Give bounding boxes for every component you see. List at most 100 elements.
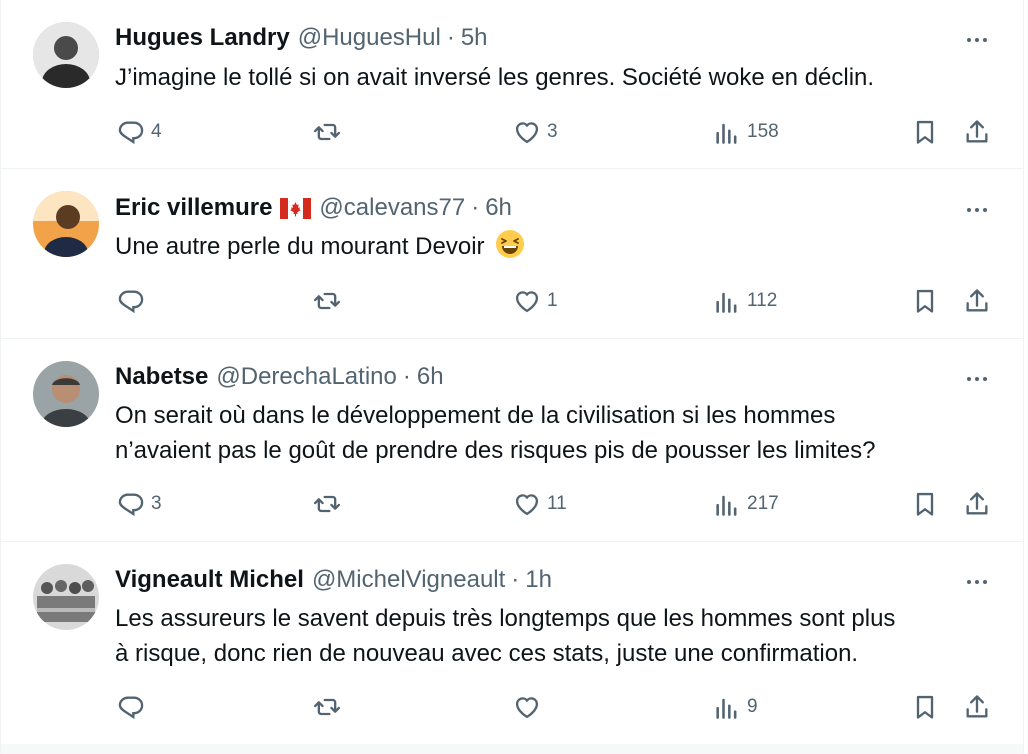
display-name[interactable]: Hugues Landry <box>115 24 290 52</box>
avatar[interactable] <box>33 191 99 257</box>
tweet-header: Eric villemure @calevans77 · 6h <box>115 193 512 223</box>
retweet-button[interactable] <box>313 692 347 722</box>
avatar[interactable] <box>33 22 99 88</box>
views-count: 217 <box>747 493 779 514</box>
avatar[interactable] <box>33 361 99 427</box>
action-bar: 4 3 158 <box>1 117 1023 147</box>
like-icon <box>515 122 539 144</box>
share-button[interactable] <box>963 489 991 519</box>
like-button[interactable] <box>513 692 547 722</box>
tweet-text: J’imagine le tollé si on avait inversé l… <box>115 64 875 91</box>
bookmark-icon <box>916 492 934 516</box>
timestamp[interactable]: 6h <box>485 194 512 222</box>
tweet-text: Une autre perle du mourant Devoir <box>115 229 995 264</box>
bookmark-icon <box>916 289 934 313</box>
bookmark-button[interactable] <box>911 692 939 722</box>
timestamp[interactable]: 1h <box>525 566 552 594</box>
like-button[interactable]: 11 <box>513 489 567 519</box>
separator-dot: · <box>511 566 520 593</box>
canada-flag-icon <box>280 197 312 219</box>
tweet-text-content: Une autre perle du mourant Devoir <box>115 233 485 260</box>
reply-icon <box>118 290 144 314</box>
user-handle[interactable]: @calevans77 <box>319 194 465 222</box>
timeline-bottom-gap <box>1 744 1023 754</box>
user-handle[interactable]: @MichelVigneault <box>312 566 505 594</box>
bookmark-icon <box>916 695 934 719</box>
reply-count: 3 <box>151 493 162 514</box>
bookmark-button[interactable] <box>911 117 939 147</box>
views-button[interactable]: 217 <box>713 489 779 519</box>
like-count: 1 <box>547 290 558 311</box>
tweet-text-line: Les assureurs le savent depuis très long… <box>115 605 896 632</box>
tweet-text: Les assureurs le savent depuis très long… <box>115 601 995 671</box>
like-button[interactable]: 3 <box>513 117 558 147</box>
bookmark-icon <box>916 120 934 144</box>
tweet-text-line: n’avaient pas le goût de prendre des ris… <box>115 437 876 464</box>
bookmark-button[interactable] <box>911 286 939 316</box>
like-count: 11 <box>547 493 567 514</box>
reply-icon <box>118 696 144 720</box>
views-button[interactable]: 158 <box>713 117 779 147</box>
reply-button[interactable]: 3 <box>117 489 162 519</box>
reply-count: 4 <box>151 121 162 142</box>
tweet-header: Nabetse @DerechaLatino · 6h <box>115 362 444 392</box>
like-icon <box>515 494 539 516</box>
views-icon <box>716 495 737 516</box>
timestamp[interactable]: 5h <box>461 24 488 52</box>
reply-tweet[interactable]: Vigneault Michel @MichelVigneault · 1h L… <box>1 542 1023 745</box>
views-count: 158 <box>747 121 779 142</box>
user-handle[interactable]: @DerechaLatino <box>216 363 396 391</box>
reply-icon <box>118 493 144 517</box>
separator-dot: · <box>471 194 480 221</box>
views-icon <box>716 292 737 313</box>
share-button[interactable] <box>963 117 991 147</box>
views-icon <box>716 123 737 144</box>
tweet-text-line: On serait où dans le développement de la… <box>115 402 836 429</box>
share-icon <box>966 120 988 143</box>
share-button[interactable] <box>963 692 991 722</box>
reply-icon <box>118 121 144 145</box>
more-icon[interactable] <box>961 198 993 222</box>
retweet-icon <box>313 698 341 716</box>
share-icon <box>966 492 988 515</box>
reply-button[interactable] <box>117 286 151 316</box>
reply-tweet[interactable]: Eric villemure @calevans77 · 6h Une autr… <box>1 169 1023 339</box>
share-button[interactable] <box>963 286 991 316</box>
retweet-button[interactable] <box>313 117 347 147</box>
retweet-icon <box>313 292 341 310</box>
like-icon <box>515 697 539 719</box>
user-handle[interactable]: @HuguesHul <box>298 24 441 52</box>
separator-dot: · <box>402 363 411 390</box>
retweet-icon <box>313 495 341 513</box>
display-name[interactable]: Nabetse <box>115 363 208 391</box>
reply-tweet[interactable]: Nabetse @DerechaLatino · 6h On serait où… <box>1 339 1023 542</box>
timestamp[interactable]: 6h <box>417 363 444 391</box>
replies-timeline: Hugues Landry @HuguesHul · 5h J’imagine … <box>0 0 1024 754</box>
views-icon <box>716 698 737 719</box>
reply-button[interactable]: 4 <box>117 117 162 147</box>
retweet-button[interactable] <box>313 489 347 519</box>
like-button[interactable]: 1 <box>513 286 558 316</box>
views-count: 9 <box>747 696 758 717</box>
retweet-button[interactable] <box>313 286 347 316</box>
views-button[interactable]: 9 <box>713 692 758 722</box>
more-icon[interactable] <box>961 367 993 391</box>
views-count: 112 <box>747 290 778 311</box>
action-bar: 1 112 <box>1 286 1023 316</box>
tweet-header: Hugues Landry @HuguesHul · 5h <box>115 23 488 53</box>
tweet-header: Vigneault Michel @MichelVigneault · 1h <box>115 565 552 595</box>
like-count: 3 <box>547 121 558 142</box>
views-button[interactable]: 112 <box>713 286 777 316</box>
reply-button[interactable] <box>117 692 151 722</box>
display-name[interactable]: Eric villemure <box>115 194 272 222</box>
share-icon <box>966 289 988 312</box>
bookmark-button[interactable] <box>911 489 939 519</box>
display-name[interactable]: Vigneault Michel <box>115 566 304 594</box>
like-icon <box>515 291 539 313</box>
share-icon <box>966 695 988 718</box>
more-icon[interactable] <box>961 570 993 594</box>
reply-tweet[interactable]: Hugues Landry @HuguesHul · 5h J’imagine … <box>1 0 1023 169</box>
tweet-text-line: à risque, donc rien de nouveau avec ces … <box>115 640 859 667</box>
more-icon[interactable] <box>961 28 993 52</box>
avatar[interactable] <box>33 564 99 630</box>
